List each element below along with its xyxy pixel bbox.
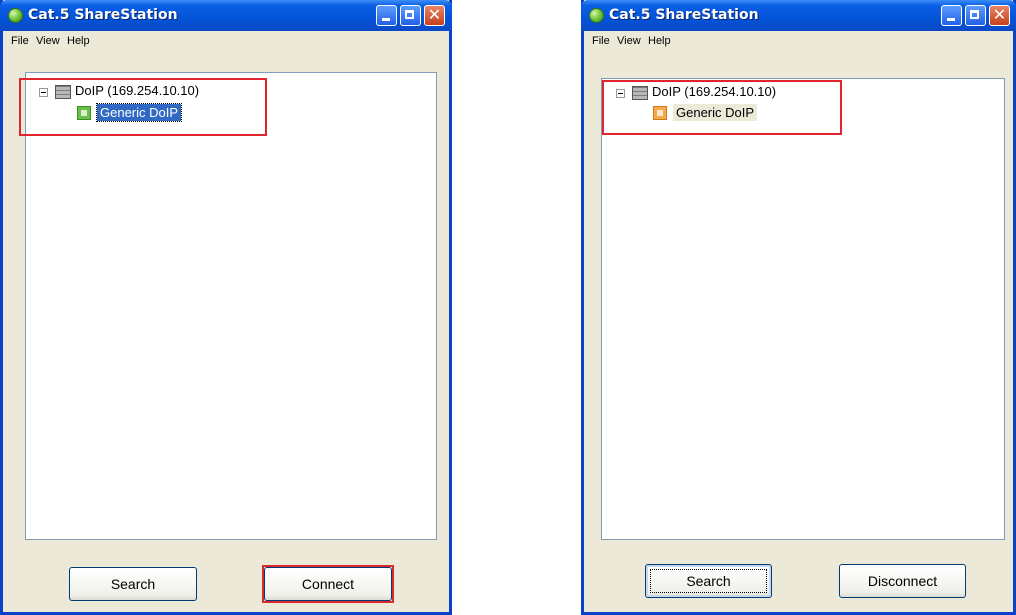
app-globe-icon (8, 8, 23, 23)
maximize-button[interactable] (965, 5, 986, 26)
search-button[interactable]: Search (69, 567, 197, 601)
collapse-toggle-icon[interactable] (39, 88, 48, 97)
menu-view[interactable]: View (617, 35, 641, 47)
menu-bar: File View Help (3, 31, 449, 53)
maximize-icon (405, 10, 414, 19)
tree-device-generic-doip[interactable]: Generic DoIP (95, 103, 183, 122)
window-title: Cat.5 ShareStation (609, 7, 759, 23)
menu-file[interactable]: File (592, 35, 610, 47)
close-icon: ✕ (427, 5, 442, 24)
search-button[interactable]: Search (645, 564, 772, 598)
device-connected-icon (653, 106, 667, 120)
minimize-button[interactable] (376, 5, 397, 26)
title-bar[interactable]: Cat.5 ShareStation ✕ (581, 0, 1016, 31)
collapse-toggle-icon[interactable] (616, 89, 625, 98)
close-button[interactable]: ✕ (989, 5, 1010, 26)
app-globe-icon (589, 8, 604, 23)
tree-device-generic-doip[interactable]: Generic DoIP (673, 104, 758, 121)
sharestation-window-left: Cat.5 ShareStation ✕ File View Help DoIP… (0, 0, 452, 615)
minimize-icon (947, 18, 955, 21)
close-icon: ✕ (992, 5, 1007, 24)
menu-bar: File View Help (584, 31, 1013, 53)
sharestation-window-right: Cat.5 ShareStation ✕ File View Help DoIP… (581, 0, 1016, 615)
disconnect-button[interactable]: Disconnect (839, 564, 966, 598)
device-available-icon (77, 106, 91, 120)
menu-view[interactable]: View (36, 35, 60, 47)
title-bar[interactable]: Cat.5 ShareStation ✕ (0, 0, 452, 31)
server-icon (55, 85, 71, 99)
close-button[interactable]: ✕ (424, 5, 445, 26)
window-title: Cat.5 ShareStation (28, 7, 178, 23)
connect-button[interactable]: Connect (264, 567, 392, 601)
menu-file[interactable]: File (11, 35, 29, 47)
menu-help[interactable]: Help (648, 35, 671, 47)
server-icon (632, 86, 648, 100)
maximize-button[interactable] (400, 5, 421, 26)
device-tree[interactable]: DoIP (169.254.10.10) Generic DoIP (25, 72, 437, 540)
tree-server-label[interactable]: DoIP (169.254.10.10) (75, 83, 199, 98)
menu-help[interactable]: Help (67, 35, 90, 47)
tree-server-label[interactable]: DoIP (169.254.10.10) (652, 84, 776, 99)
minimize-icon (382, 18, 390, 21)
minimize-button[interactable] (941, 5, 962, 26)
device-tree[interactable]: DoIP (169.254.10.10) Generic DoIP (601, 78, 1005, 540)
maximize-icon (970, 10, 979, 19)
